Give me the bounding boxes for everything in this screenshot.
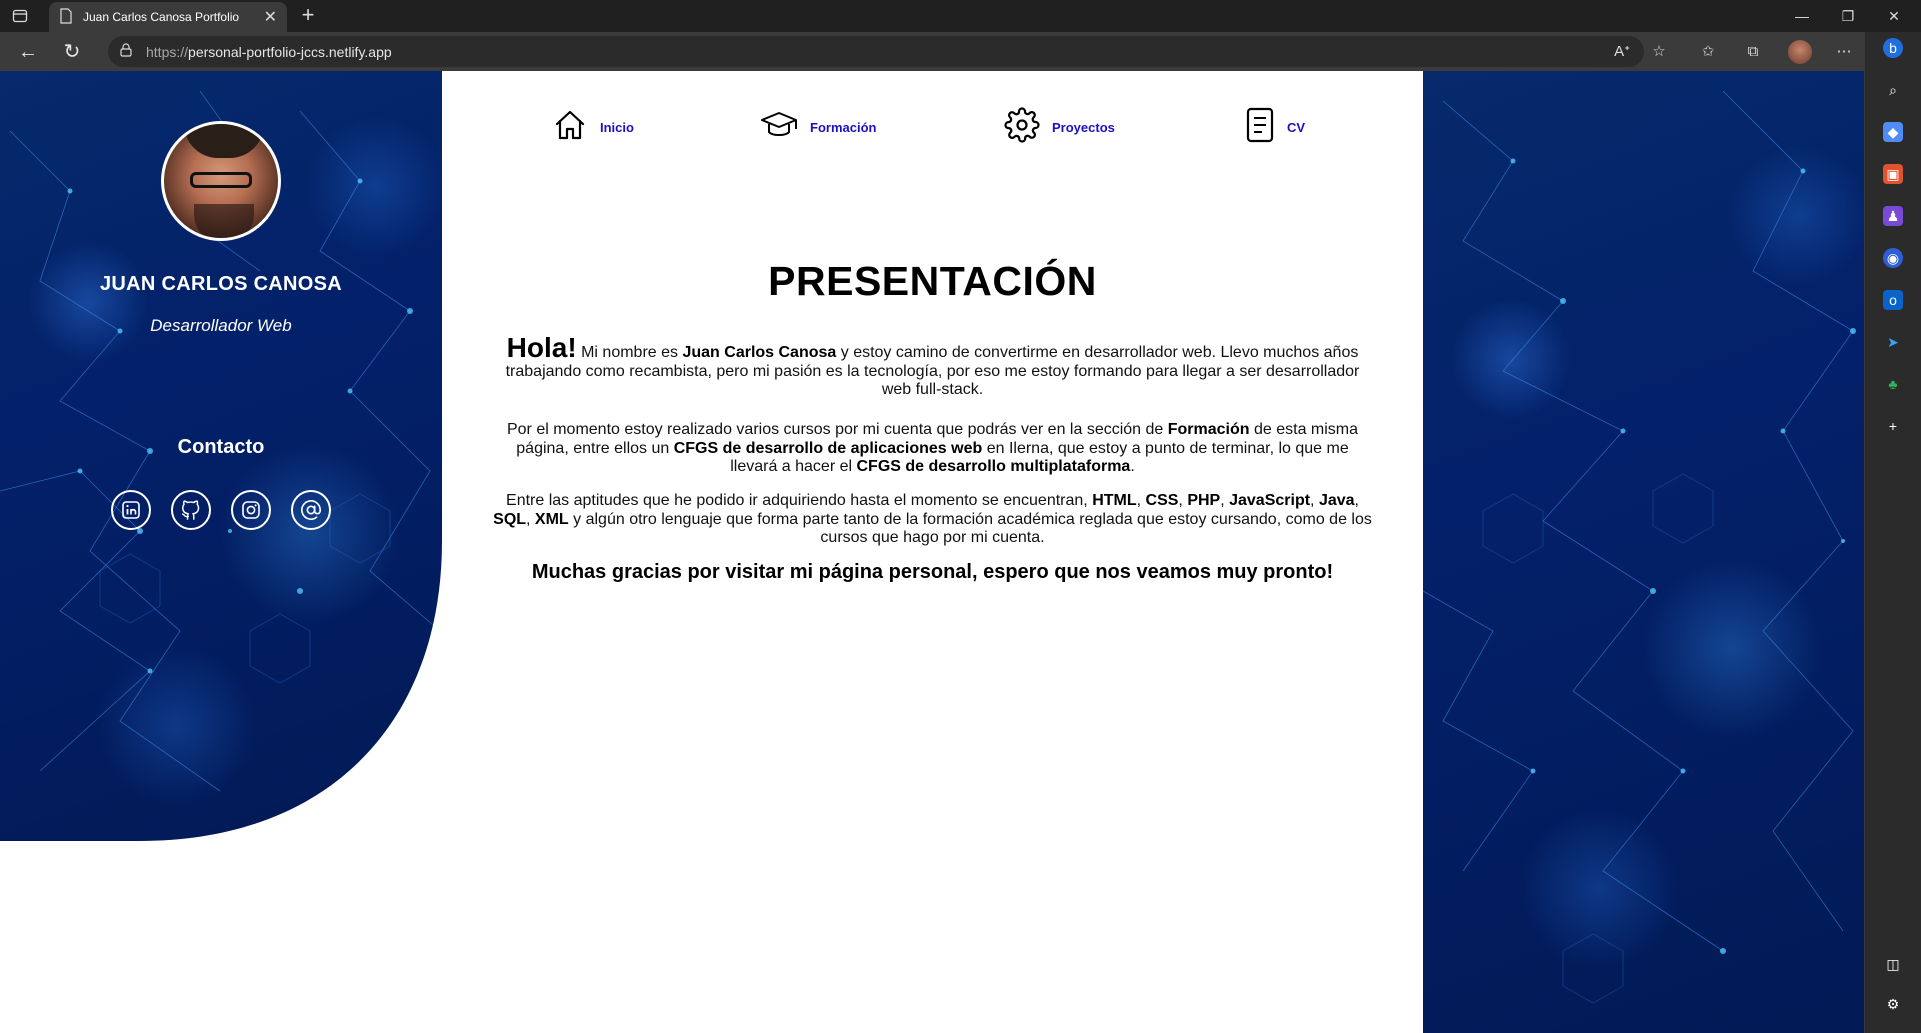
profile-name: JUAN CARLOS CANOSA <box>99 273 343 295</box>
url-protocol: https:// <box>146 43 189 60</box>
courses-paragraph: Por el momento estoy realizado varios cu… <box>506 421 1359 475</box>
tools-icon[interactable]: ▣ <box>1883 164 1903 184</box>
profile-avatar[interactable] <box>1788 40 1812 64</box>
page-title: PRESENTACIÓN <box>768 258 1097 304</box>
page-icon <box>59 7 73 27</box>
nav-formacion[interactable]: Formación <box>760 107 876 147</box>
nav-label: Proyectos <box>1052 119 1115 135</box>
office-icon[interactable]: ◉ <box>1883 248 1903 268</box>
profile-photo <box>161 121 281 241</box>
favorites-icon[interactable]: ✩ <box>1697 41 1719 63</box>
search-icon[interactable]: ⌕ <box>1883 80 1903 100</box>
new-tab-button[interactable]: + <box>296 4 320 28</box>
web-page: JUAN CARLOS CANOSA Desarrollador Web Con… <box>0 71 1864 1033</box>
add-icon[interactable]: + <box>1883 416 1903 436</box>
nav-inicio[interactable]: Inicio <box>552 107 634 147</box>
nav-label: Inicio <box>600 119 634 135</box>
home-icon <box>552 107 588 148</box>
outlook-icon[interactable]: o <box>1883 290 1903 310</box>
tab-title: Juan Carlos Canosa Portfolio <box>83 10 240 24</box>
tab-actions-icon[interactable] <box>10 6 30 26</box>
intro-paragraph: Hola! Mi nombre es Juan Carlos Canosa y … <box>505 332 1360 399</box>
tree-icon[interactable]: ♣ <box>1883 374 1903 394</box>
nav-proyectos[interactable]: Proyectos <box>1004 106 1115 148</box>
address-toolbar: ← ↻ https:// personal-portfolio-jccs.net… <box>0 32 1921 71</box>
document-icon <box>1245 107 1275 148</box>
nav-cv[interactable]: CV <box>1245 107 1305 147</box>
restore-button[interactable]: ❐ <box>1825 0 1871 32</box>
network-background <box>1423 90 1856 1004</box>
refresh-button[interactable]: ↻ <box>60 40 84 64</box>
url-host: personal-portfolio-jccs.netlify.app <box>188 43 392 60</box>
profile-panel: JUAN CARLOS CANOSA Desarrollador Web Con… <box>0 71 442 841</box>
github-icon[interactable] <box>171 490 211 530</box>
contact-heading: Contacto <box>177 436 265 458</box>
profile-role: Desarrollador Web <box>150 316 292 335</box>
hola-greeting: Hola! <box>506 332 577 363</box>
close-tab-icon[interactable]: ✕ <box>264 7 277 27</box>
games-icon[interactable]: ♟ <box>1883 206 1903 226</box>
browser-tab[interactable]: Juan Carlos Canosa Portfolio ✕ <box>49 2 287 32</box>
thanks-message: Muchas gracias por visitar mi página per… <box>531 561 1334 583</box>
hide-sidebar-icon[interactable]: ◫ <box>1883 954 1903 974</box>
instagram-icon[interactable] <box>231 490 271 530</box>
bing-icon[interactable]: b <box>1883 38 1903 58</box>
collections-icon[interactable]: ⧉ <box>1742 41 1764 63</box>
edge-sidebar: b ⌕ ◆ ▣ ♟ ◉ o ➤ ♣ + ◫ ⚙ <box>1864 32 1921 1033</box>
back-button[interactable]: ← <box>16 40 40 64</box>
shopping-icon[interactable]: ◆ <box>1883 122 1903 142</box>
nav-label: CV <box>1287 119 1306 135</box>
gear-icon <box>1004 106 1040 148</box>
graduation-cap-icon <box>760 107 798 148</box>
decorative-background-panel <box>1423 71 1864 1033</box>
read-aloud-icon[interactable]: Aᐩ <box>1611 41 1633 63</box>
nav-label: Formación <box>810 119 877 135</box>
telegram-icon[interactable]: ➤ <box>1883 332 1903 352</box>
skills-paragraph: Entre las aptitudes que he podido ir adq… <box>493 492 1372 546</box>
address-bar[interactable]: https:// personal-portfolio-jccs.netlify… <box>108 36 1644 67</box>
email-icon[interactable] <box>291 490 331 530</box>
add-favorite-icon[interactable]: ☆ <box>1648 41 1670 63</box>
linkedin-icon[interactable] <box>111 490 151 530</box>
more-menu-icon[interactable]: ⋯ <box>1833 41 1855 63</box>
sidebar-settings-icon[interactable]: ⚙ <box>1883 994 1903 1014</box>
close-window-button[interactable]: ✕ <box>1871 0 1917 32</box>
browser-tab-bar: Juan Carlos Canosa Portfolio ✕ + — ❐ ✕ <box>0 0 1921 32</box>
lock-icon[interactable] <box>120 43 132 60</box>
minimize-button[interactable]: — <box>1779 0 1825 32</box>
